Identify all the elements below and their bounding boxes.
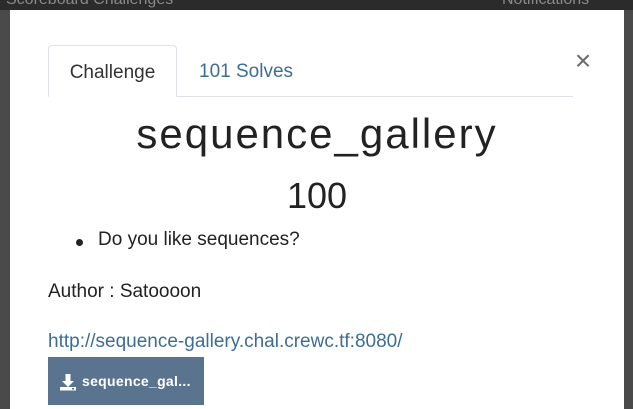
challenge-points: 100 bbox=[286, 175, 348, 216]
close-button[interactable]: × bbox=[571, 47, 595, 75]
description-text: Do you like sequences? bbox=[98, 229, 300, 250]
download-file-button[interactable]: sequence_gal... bbox=[48, 357, 204, 405]
tab-solves[interactable]: 101 Solves bbox=[199, 45, 293, 96]
challenge-title: sequence_gallery bbox=[136, 110, 498, 157]
file-name-label: sequence_gal... bbox=[82, 373, 191, 389]
challenge-modal: Challenge 101 Solves × sequence_gallery … bbox=[10, 10, 624, 409]
author-text: Author : Satoooon bbox=[48, 281, 202, 302]
modal-tabs: Challenge 101 Solves bbox=[48, 45, 573, 97]
tab-challenge[interactable]: Challenge bbox=[48, 45, 177, 97]
background-notifications-text: Notifications bbox=[502, 0, 589, 9]
challenge-url-link[interactable]: http://sequence-gallery.chal.crewc.tf:80… bbox=[48, 331, 403, 353]
description-list: Do you like sequences? bbox=[76, 229, 300, 251]
bullet-icon bbox=[76, 239, 83, 246]
download-icon bbox=[60, 374, 76, 391]
list-item: Do you like sequences? bbox=[76, 229, 300, 251]
background-navbar: Scoreboard Challenges Notifications bbox=[0, 0, 633, 10]
background-nav-text: Scoreboard Challenges bbox=[6, 0, 173, 9]
